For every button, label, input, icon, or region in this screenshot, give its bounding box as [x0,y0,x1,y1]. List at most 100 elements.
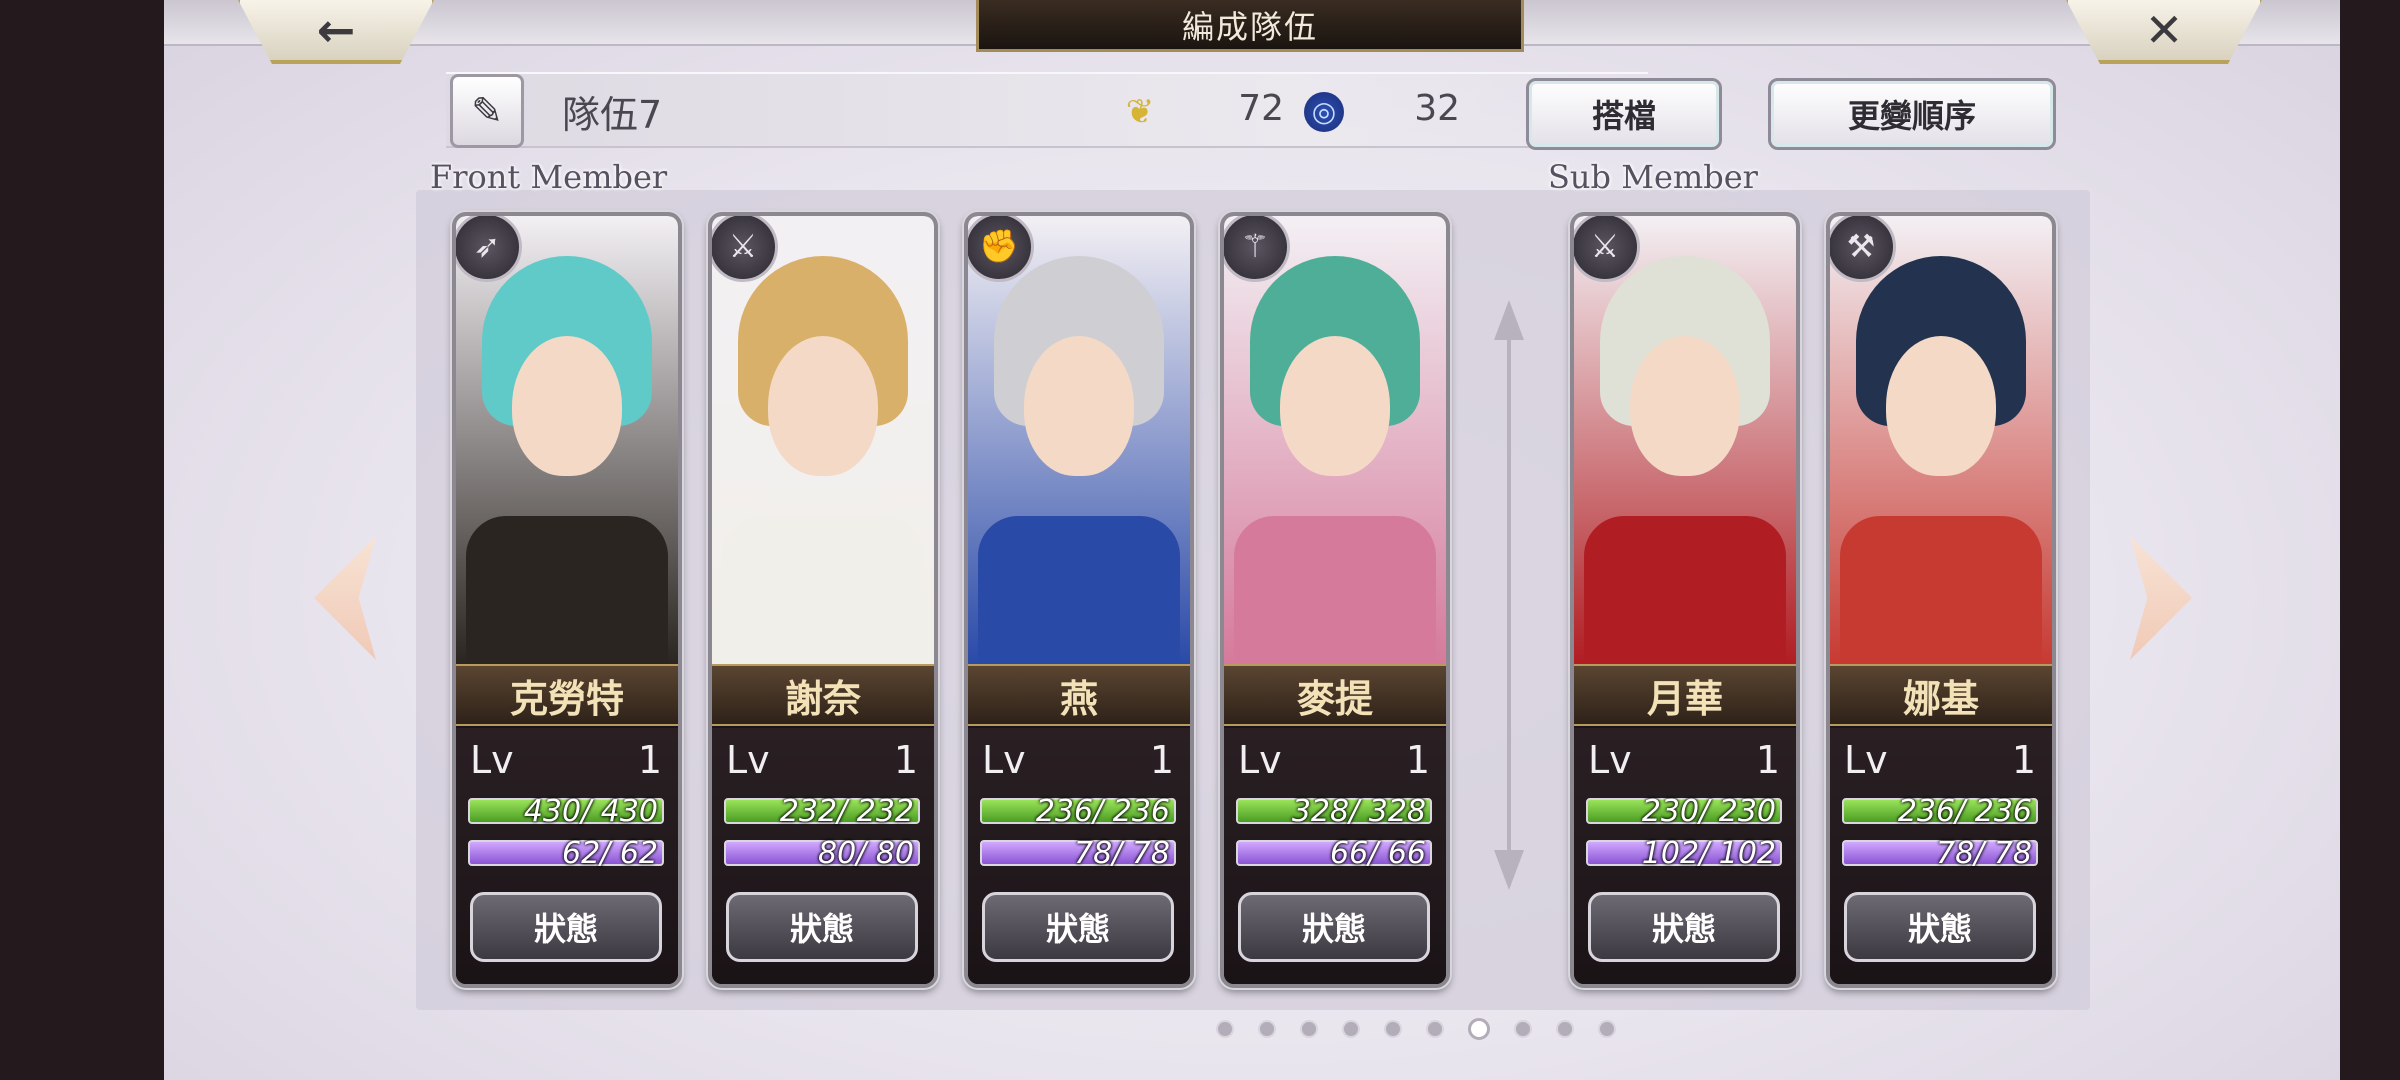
page-dot[interactable] [1556,1020,1574,1038]
hp-text: 236/ 236 [1035,794,1170,829]
page-dot[interactable] [1216,1020,1234,1038]
page-dot[interactable] [1342,1020,1360,1038]
status-button[interactable]: 狀態 [1844,892,2036,962]
character-stats: Lv 1 236/ 236 78/ 78 狀態 [968,728,1190,984]
hp-bar: 230/ 230 [1586,794,1782,829]
portrait-body [978,516,1180,666]
member-card[interactable]: ✊ 燕 Lv 1 236/ 236 78/ 78 狀態 [964,212,1194,988]
character-stats: Lv 1 230/ 230 102/ 102 狀態 [1574,728,1796,984]
status-button[interactable]: 狀態 [1588,892,1780,962]
hp-text: 230/ 230 [1641,794,1776,829]
portrait-body [1840,516,2042,666]
hp-text: 236/ 236 [1897,794,2032,829]
status-button[interactable]: 狀態 [1238,892,1430,962]
mp-bar: 62/ 62 [468,836,664,871]
prev-team-arrow[interactable] [314,536,376,660]
level-label: Lv [1588,738,1632,782]
hp-bar: 328/ 328 [1236,794,1432,829]
level-value: 1 [1405,738,1430,782]
character-name: 麥提 [1224,664,1446,726]
member-card[interactable]: ⚔ 月華 Lv 1 230/ 230 102/ 102 狀態 [1570,212,1800,988]
character-portrait[interactable] [456,216,678,666]
level-value: 1 [1755,738,1780,782]
hp-bar: 236/ 236 [980,794,1176,829]
mp-text: 102/ 102 [1641,836,1776,871]
level-label: Lv [1844,738,1888,782]
page-dot[interactable] [1468,1018,1490,1040]
page-dot[interactable] [1598,1020,1616,1038]
page-dot[interactable] [1258,1020,1276,1038]
front-member-label: Front Member [430,158,668,196]
page-dot[interactable] [1426,1020,1444,1038]
character-name: 月華 [1574,664,1796,726]
staff-icon: ⚚ [1224,216,1290,282]
partner-button[interactable]: 搭檔 [1526,78,1722,150]
mp-bar: 102/ 102 [1586,836,1782,871]
hp-bar: 430/ 430 [468,794,664,829]
character-name: 謝奈 [712,664,934,726]
level-label: Lv [1238,738,1282,782]
level-value: 1 [637,738,662,782]
page-dot[interactable] [1300,1020,1318,1038]
character-stats: Lv 1 236/ 236 78/ 78 狀態 [1830,728,2052,984]
level-value: 1 [2011,738,2036,782]
character-portrait[interactable] [968,216,1190,666]
character-name: 燕 [968,664,1190,726]
level-value: 1 [893,738,918,782]
close-icon: ✕ [2144,3,2184,57]
close-button[interactable]: ✕ [2064,0,2264,64]
next-team-arrow[interactable] [2130,536,2192,660]
team-name: 隊伍7 [562,93,663,137]
edit-team-name-button[interactable]: ✎ [450,74,524,148]
mp-bar: 80/ 80 [724,836,920,871]
character-portrait[interactable] [1830,216,2052,666]
mp-text: 66/ 66 [1330,836,1426,871]
level-value: 1 [1149,738,1174,782]
mp-text: 62/ 62 [562,836,658,871]
back-button[interactable]: ← [236,0,436,64]
portrait-face [1280,336,1390,476]
member-card[interactable]: ⚚ 麥提 Lv 1 328/ 328 66/ 66 狀態 [1220,212,1450,988]
mp-text: 78/ 78 [1074,836,1170,871]
mp-text: 78/ 78 [1936,836,2032,871]
page-title: 編成隊伍 [976,0,1524,52]
level-label: Lv [726,738,770,782]
portrait-body [466,516,668,666]
character-portrait[interactable] [1224,216,1446,666]
change-order-button[interactable]: 更變順序 [1768,78,2056,150]
status-button[interactable]: 狀態 [470,892,662,962]
mp-bar: 78/ 78 [1842,836,2038,871]
portrait-face [1886,336,1996,476]
status-button[interactable]: 狀態 [726,892,918,962]
hp-text: 430/ 430 [523,794,658,829]
status-button[interactable]: 狀態 [982,892,1174,962]
back-arrow-icon: ← [316,3,356,57]
sword-icon: ⚔ [712,216,778,282]
level-label: Lv [470,738,514,782]
letterbox-right [2340,0,2400,1080]
character-portrait[interactable] [712,216,934,666]
member-divider [1494,300,1524,890]
mp-bar: 78/ 78 [980,836,1176,871]
portrait-body [1234,516,1436,666]
mp-text: 80/ 80 [818,836,914,871]
character-name: 克勞特 [456,664,678,726]
hp-text: 232/ 232 [779,794,914,829]
page-dot[interactable] [1384,1020,1402,1038]
sub-member-label: Sub Member [1548,158,1758,196]
page-dot[interactable] [1514,1020,1532,1038]
character-portrait[interactable] [1574,216,1796,666]
member-card[interactable]: ⚔ 謝奈 Lv 1 232/ 232 80/ 80 狀態 [708,212,938,988]
quill-icon: ✎ [471,89,503,133]
member-card[interactable]: ➶ 克勞特 Lv 1 430/ 430 62/ 62 狀態 [452,212,682,988]
wing-icon: ❦ [1125,92,1155,132]
member-card[interactable]: ⚒ 娜基 Lv 1 236/ 236 78/ 78 狀態 [1826,212,2056,988]
hp-text: 328/ 328 [1291,794,1426,829]
character-stats: Lv 1 430/ 430 62/ 62 狀態 [456,728,678,984]
portrait-body [1584,516,1786,666]
axe-icon: ⚒ [1830,216,1896,282]
mp-bar: 66/ 66 [1236,836,1432,871]
portrait-face [1024,336,1134,476]
portrait-face [1630,336,1740,476]
portrait-face [768,336,878,476]
